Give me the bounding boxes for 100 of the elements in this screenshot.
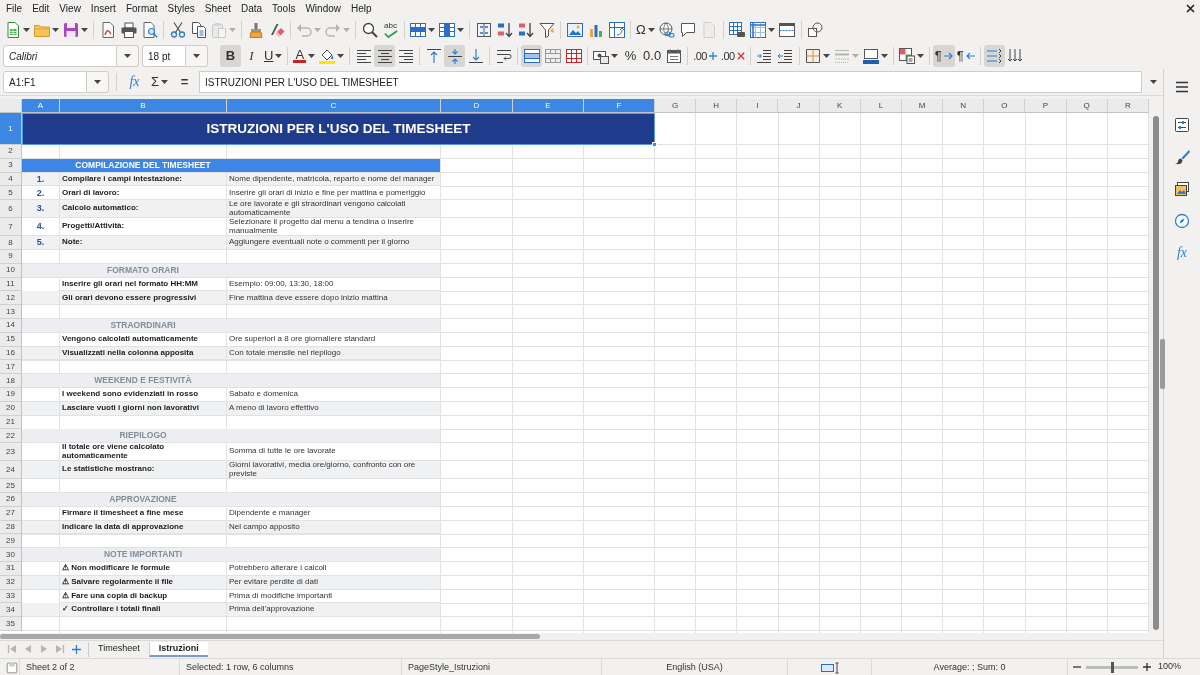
column-header[interactable]: B — [60, 99, 227, 113]
column-header[interactable]: J — [778, 99, 820, 113]
menu-item[interactable]: Tools — [267, 0, 301, 17]
menu-item[interactable]: Format — [120, 0, 163, 17]
row-header[interactable]: 25 — [0, 479, 22, 493]
border-grid-icon — [804, 48, 821, 64]
font-color-button[interactable]: A — [291, 45, 318, 67]
formula-input[interactable]: ISTRUZIONI PER L'USO DEL TIMESHEET — [199, 71, 1142, 93]
menu-item[interactable]: View — [54, 0, 86, 17]
freeze-button[interactable] — [747, 19, 777, 41]
menu-item[interactable]: Styles — [162, 0, 200, 17]
special-character-button[interactable]: Ω — [634, 19, 657, 41]
delete-decimal-button[interactable]: .00 — [718, 45, 747, 67]
right-to-left-button[interactable]: ¶ — [954, 45, 977, 67]
sidebar-collapse-handle[interactable] — [1160, 339, 1165, 389]
sheet-tab[interactable]: Istruzioni — [148, 641, 208, 657]
scrollbar-thumb[interactable] — [1153, 116, 1159, 630]
text-direction-button[interactable] — [983, 45, 1005, 67]
column-header[interactable]: P — [1025, 99, 1067, 113]
name-box[interactable]: A1:F1 — [3, 71, 87, 93]
conditional-format-button[interactable] — [896, 45, 926, 67]
row-header[interactable]: 6 — [0, 200, 22, 219]
row-header[interactable]: 30 — [0, 548, 22, 562]
menu-item[interactable]: Sheet — [199, 0, 236, 17]
function-wizard-button[interactable]: fx — [124, 71, 145, 93]
add-decimal-button[interactable]: .00 — [691, 45, 719, 67]
menu-item[interactable]: Insert — [85, 0, 121, 17]
scrollbar-thumb[interactable] — [0, 634, 540, 639]
column-header[interactable]: D — [441, 99, 513, 113]
row-header[interactable]: 22 — [0, 429, 22, 444]
center-vertically-button[interactable] — [444, 45, 466, 67]
row-header[interactable]: 34 — [0, 603, 22, 618]
slider-thumb[interactable] — [1111, 661, 1114, 673]
menu-item[interactable]: Window — [300, 0, 346, 17]
row-header[interactable]: 7 — [0, 218, 22, 237]
row-header[interactable]: 17 — [0, 360, 22, 375]
font-name-field[interactable]: Calibri — [3, 45, 117, 67]
row-header[interactable]: 35 — [0, 617, 22, 631]
row-header[interactable]: 24 — [0, 461, 22, 480]
functions-button[interactable]: fx — [1169, 241, 1195, 265]
sum-button[interactable]: Σ — [149, 71, 171, 93]
column-header[interactable]: M — [901, 99, 944, 113]
italic-button[interactable]: I — [241, 45, 262, 67]
skip-back-icon — [7, 644, 17, 654]
zoom-in-button[interactable] — [1141, 660, 1153, 674]
menu-item[interactable]: File — [1, 0, 28, 17]
globe-link-icon — [659, 22, 676, 38]
align-center-icon — [376, 48, 393, 64]
pivot-table-button[interactable] — [606, 19, 627, 41]
column-header[interactable]: F — [584, 99, 655, 113]
column-header[interactable]: E — [513, 99, 584, 113]
caret-icon — [428, 28, 435, 32]
menu-item[interactable]: Edit — [27, 0, 55, 17]
column-header[interactable]: Q — [1066, 99, 1108, 113]
dropdown-button[interactable] — [186, 45, 208, 67]
formula-button[interactable]: = — [174, 71, 196, 93]
column-header[interactable]: C — [227, 99, 441, 113]
menu-item[interactable]: Data — [235, 0, 268, 17]
sheet-tab[interactable]: Timesheet — [88, 641, 149, 657]
column-header[interactable]: R — [1107, 99, 1149, 113]
row-header[interactable]: 2 — [0, 145, 22, 159]
menu-item[interactable]: Help — [346, 0, 377, 17]
underline-button[interactable]: U — [262, 45, 285, 67]
bold-button[interactable]: B — [220, 45, 241, 67]
caret-icon — [880, 54, 888, 58]
row-header[interactable]: 8 — [0, 236, 22, 250]
close-document-button[interactable] — [1186, 4, 1195, 13]
column-header[interactable]: I — [737, 99, 779, 113]
font-size-field[interactable]: 18 pt — [142, 45, 186, 67]
fill-handle[interactable] — [652, 142, 657, 147]
paintbrush-icon — [1174, 149, 1190, 165]
column-header[interactable]: H — [696, 99, 738, 113]
column-header[interactable]: K — [819, 99, 861, 113]
zoom-percent-text[interactable]: 100% — [1158, 660, 1182, 674]
column-header[interactable]: N — [943, 99, 985, 113]
caret-icon — [611, 54, 619, 58]
column-header[interactable]: G — [655, 99, 697, 113]
row-header[interactable]: 18 — [0, 374, 22, 388]
row-header[interactable]: 23 — [0, 443, 22, 462]
dropdown-button[interactable] — [87, 71, 109, 93]
sheet-title: ISTRUZIONI PER L'USO DEL TIMESHEET — [22, 113, 655, 145]
row-header[interactable]: 5 — [0, 186, 22, 201]
arrow-left-icon — [965, 52, 975, 60]
number-format-button[interactable]: 0.0 — [641, 45, 664, 67]
row-header[interactable]: 1 — [0, 113, 22, 145]
merge-center-button[interactable] — [521, 45, 543, 67]
row-header[interactable]: 13 — [0, 305, 22, 319]
left-to-right-button[interactable]: ¶ — [932, 45, 955, 67]
hyperlink-button[interactable] — [656, 19, 678, 41]
dropdown-button[interactable] — [117, 45, 139, 67]
column-header[interactable]: L — [860, 99, 902, 113]
column-header[interactable]: O — [984, 99, 1026, 113]
spelling-button[interactable]: abc — [380, 19, 401, 41]
column-header[interactable]: A — [22, 99, 60, 113]
percent-button[interactable]: % — [620, 45, 642, 67]
table-grid-icon — [439, 22, 455, 38]
align-center-button[interactable] — [374, 45, 396, 67]
text-direction-icon — [986, 48, 1003, 64]
row-header[interactable]: 12 — [0, 291, 22, 306]
row-header[interactable]: 29 — [0, 534, 22, 549]
